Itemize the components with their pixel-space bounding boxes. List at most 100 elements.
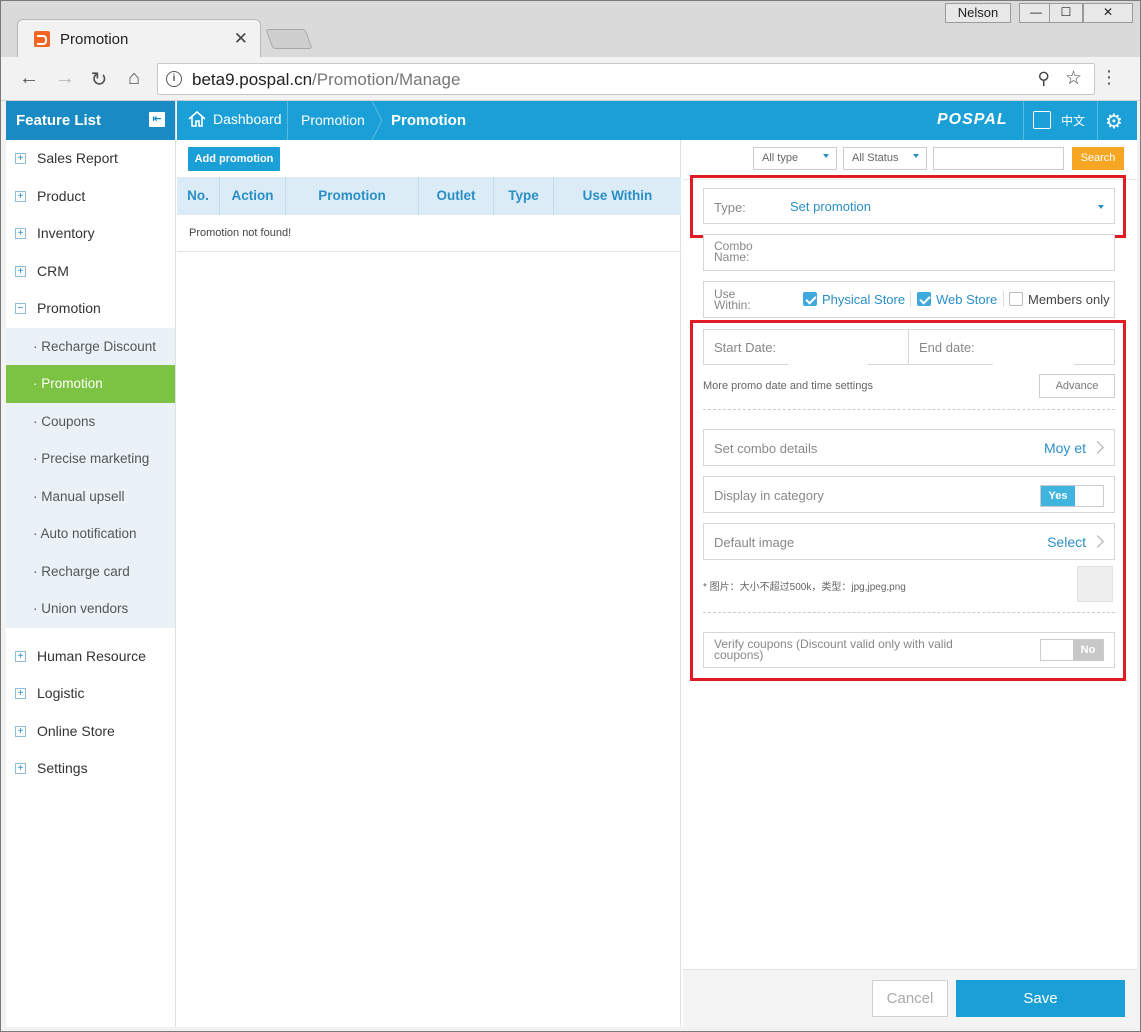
sidebar-item-crm[interactable]: + CRM [6, 253, 175, 291]
members-only-label: Members only [1028, 292, 1110, 307]
dropdown-caret-icon [823, 154, 829, 158]
section-divider [703, 409, 1115, 410]
type-value: Set promotion [790, 199, 871, 214]
home-icon[interactable]: ⌂ [122, 67, 146, 90]
default-image-row[interactable]: Default image Select [703, 523, 1115, 560]
breadcrumb-current: Promotion [391, 112, 466, 129]
language-icon[interactable] [1033, 111, 1051, 129]
breadcrumb-divider [287, 101, 288, 140]
home-icon[interactable] [187, 110, 207, 128]
display-in-category-row: Display in category Yes [703, 476, 1115, 513]
save-button[interactable]: Save [956, 980, 1125, 1017]
tab-close-icon[interactable]: ✕ [234, 29, 248, 49]
toggle-off-label: No [1073, 640, 1103, 660]
site-info-icon[interactable]: i [166, 71, 182, 87]
sidebar-item-inventory[interactable]: + Inventory [6, 215, 175, 253]
back-arrow-icon[interactable]: ← [17, 67, 41, 90]
new-tab-button[interactable] [265, 29, 313, 49]
reload-icon[interactable]: ↻ [87, 67, 111, 92]
chevron-right-icon [1091, 441, 1104, 454]
zoom-icon[interactable]: ⚲ [1038, 69, 1050, 89]
add-promotion-button[interactable]: Add promotion [188, 147, 280, 171]
web-store-checkbox[interactable] [917, 292, 931, 306]
type-filter-select[interactable]: All type [753, 147, 837, 170]
filter-divider [683, 179, 1137, 180]
sidebar-subitem-recharge-discount[interactable]: · Recharge Discount [6, 328, 175, 366]
sidebar-subitem-precise-marketing[interactable]: · Precise marketing [6, 440, 175, 478]
breadcrumb-promotion[interactable]: Promotion [301, 112, 365, 128]
column-header-action: Action [220, 177, 286, 215]
browser-window: Promotion ✕ Nelson — ☐ ✕ ← → ↻ ⌂ i beta9… [0, 0, 1141, 1032]
forward-arrow-icon[interactable]: → [53, 67, 77, 90]
end-date-field[interactable]: End date: [908, 329, 1115, 365]
browser-menu-icon[interactable]: ⋮ [1100, 67, 1118, 88]
promotion-submenu: · Recharge Discount · Promotion · Coupon… [6, 327, 175, 628]
image-requirements-note: * 图片：大小不超过500k，类型：jpg,jpeg,png [703, 582, 906, 593]
search-button[interactable]: Search [1072, 147, 1124, 170]
default-image-label: Default image [714, 535, 795, 550]
separator [1003, 291, 1004, 307]
sidebar-title: Feature List [16, 112, 102, 129]
status-filter-select[interactable]: All Status [843, 147, 927, 170]
verify-coupons-toggle[interactable]: No [1040, 639, 1104, 661]
combo-details-row[interactable]: Set combo details Moy et [703, 429, 1115, 466]
web-store-label: Web Store [936, 292, 998, 307]
column-header-use-within: Use Within [582, 188, 653, 203]
sidebar-item-logistic[interactable]: + Logistic [6, 675, 175, 713]
column-header-no: No. [177, 177, 220, 215]
toggle-on-label: Yes [1041, 486, 1075, 506]
sidebar-subitem-union-vendors[interactable]: · Union vendors [6, 590, 175, 628]
sidebar-subitem-manual-upsell[interactable]: · Manual upsell [6, 478, 175, 516]
type-select[interactable]: Type: Set promotion [703, 188, 1115, 224]
bookmark-star-icon[interactable]: ☆ [1065, 67, 1082, 90]
expand-plus-icon: + [15, 725, 26, 737]
sidebar-item-online-store[interactable]: + Online Store [6, 713, 175, 751]
expand-plus-icon: + [15, 190, 26, 202]
start-date-field[interactable]: Start Date: [703, 329, 909, 365]
field-gap [993, 364, 1074, 365]
address-bar[interactable]: i beta9.pospal.cn/Promotion/Manage ⚲ ☆ [157, 63, 1095, 95]
app-root: Feature List ⇤ + Sales Report + Product + I… [6, 101, 1137, 1027]
physical-store-checkbox[interactable] [803, 292, 817, 306]
collapse-minus-icon: − [15, 303, 26, 314]
cancel-button[interactable]: Cancel [872, 980, 948, 1017]
search-input[interactable] [933, 147, 1064, 170]
expand-plus-icon: + [15, 153, 26, 164]
expand-plus-icon: + [15, 763, 26, 774]
sidebar-subitem-auto-notification[interactable]: · Auto notification [6, 515, 175, 553]
use-within-label: Use Within: [714, 287, 751, 312]
collapse-sidebar-icon[interactable]: ⇤ [149, 112, 165, 127]
promotion-list-pane: Add promotion No. Action Promotion Outle… [177, 140, 681, 1027]
expand-plus-icon: + [15, 228, 26, 239]
verify-coupons-label: Verify coupons (Discount valid only with… [714, 637, 953, 662]
browser-tab[interactable]: Promotion ✕ [17, 19, 261, 57]
breadcrumb-dashboard[interactable]: Dashboard [213, 111, 282, 127]
sidebar-item-product[interactable]: + Product [6, 178, 175, 216]
minimize-button[interactable]: — [1019, 3, 1053, 23]
sidebar-header: Feature List ⇤ [6, 101, 175, 140]
sidebar-subitem-promotion[interactable]: · Promotion [6, 365, 175, 403]
column-header-type: Type [494, 177, 554, 215]
breadcrumb-chevron-icon [371, 101, 383, 140]
sidebar-item-human-resource[interactable]: + Human Resource [6, 638, 175, 676]
sidebar-item-settings[interactable]: + Settings [6, 750, 175, 788]
combo-details-label: Set combo details [714, 441, 818, 456]
gear-icon[interactable]: ⚙ [1105, 109, 1123, 134]
image-preview-placeholder[interactable] [1077, 566, 1113, 602]
expand-plus-icon: + [15, 688, 26, 699]
display-category-toggle[interactable]: Yes [1040, 485, 1104, 507]
sidebar-item-sales-report[interactable]: + Sales Report [6, 140, 175, 178]
profile-user-button[interactable]: Nelson [945, 3, 1011, 23]
default-image-select: Select [1047, 534, 1086, 550]
maximize-button[interactable]: ☐ [1049, 3, 1083, 23]
combo-name-field[interactable]: Combo Name: [703, 234, 1115, 271]
dropdown-caret-icon [1098, 205, 1104, 209]
sidebar-subitem-coupons[interactable]: · Coupons [6, 403, 175, 441]
close-window-button[interactable]: ✕ [1083, 3, 1133, 23]
sidebar-item-promotion[interactable]: − Promotion [6, 290, 175, 328]
language-switch[interactable]: 中文 [1061, 112, 1085, 129]
sidebar-subitem-recharge-card[interactable]: · Recharge card [6, 553, 175, 591]
advance-button[interactable]: Advance [1039, 374, 1115, 398]
members-only-checkbox[interactable] [1009, 292, 1023, 306]
